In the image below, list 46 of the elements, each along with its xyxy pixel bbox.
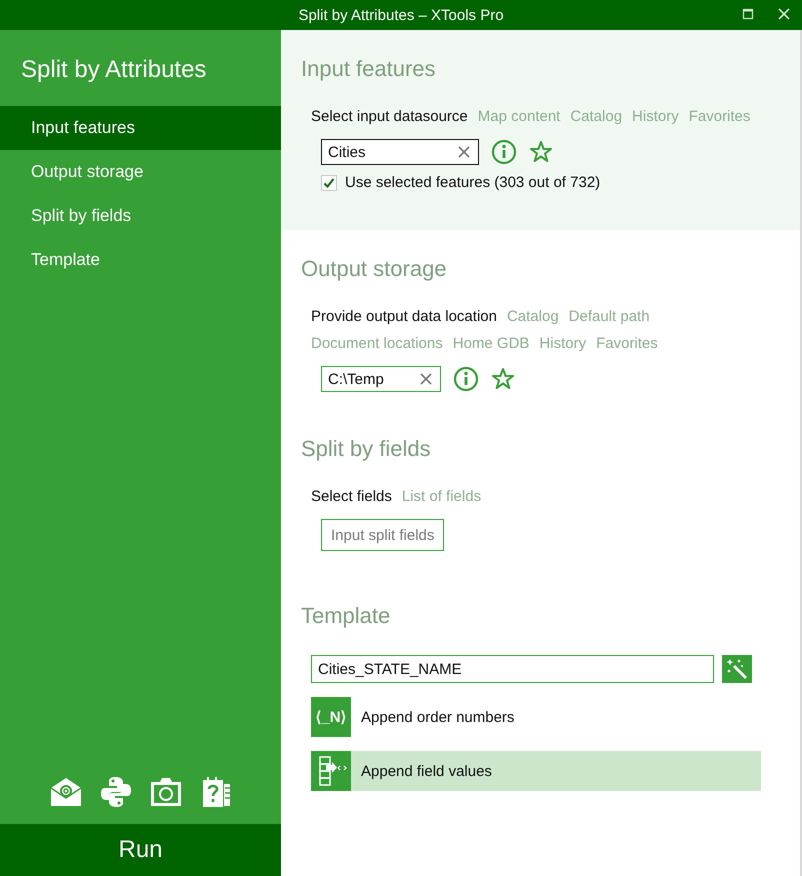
clear-icon[interactable] (420, 373, 432, 385)
template-field[interactable]: Cities_STATE_NAME (311, 655, 714, 683)
info-icon[interactable] (491, 139, 517, 165)
run-button[interactable]: Run (0, 824, 281, 876)
order-number-icon: ⟨_N⟩ (311, 697, 351, 737)
star-icon[interactable] (491, 367, 515, 391)
section-title: Split by fields (301, 436, 432, 463)
section-title: Template (301, 603, 392, 630)
star-icon[interactable] (529, 140, 553, 164)
nav-item[interactable]: Split by fields (0, 194, 281, 238)
nav-item[interactable]: Template (0, 238, 281, 282)
path-field[interactable]: C:\Temp (321, 366, 441, 392)
source-link[interactable]: Favorites (688, 108, 750, 125)
source-link[interactable]: History (632, 108, 679, 125)
camera-icon[interactable] (150, 776, 182, 808)
source-link[interactable]: Catalog (570, 108, 622, 125)
source-link[interactable]: Favorites (596, 335, 658, 352)
path-field[interactable]: Cities (321, 139, 479, 165)
source-link[interactable]: Home GDB (452, 335, 530, 352)
checkbox[interactable] (321, 174, 337, 190)
source-link[interactable]: List of fields (402, 488, 482, 505)
source-link[interactable]: History (539, 335, 586, 352)
python-icon[interactable] (100, 776, 132, 808)
checkbox-label: Use selected features (303 out of 732) (345, 174, 600, 191)
email-icon[interactable] (50, 776, 82, 808)
template-option[interactable]: ⟨_N⟩ Append order numbers (311, 697, 761, 737)
section-title: Output storage (301, 256, 448, 283)
magic-wand-icon[interactable] (722, 655, 752, 683)
close-icon[interactable] (778, 8, 790, 20)
source-link[interactable]: Catalog (506, 308, 559, 325)
datasource-label: Select input datasource (311, 108, 468, 125)
section-title: Input features (301, 56, 437, 83)
source-link[interactable]: Default path (568, 308, 650, 325)
maximize-icon[interactable] (742, 8, 754, 20)
input-split-fields-button[interactable]: Input split fields (321, 519, 444, 551)
sidebar-title: Split by Attributes (21, 56, 208, 85)
clear-icon[interactable] (458, 146, 470, 158)
fields-label: Select fields (311, 488, 392, 505)
source-link[interactable]: Document locations (311, 335, 443, 352)
location-label: Provide output data location (311, 308, 497, 325)
template-option[interactable]: Append field values (311, 751, 761, 791)
nav-item[interactable]: Input features (0, 106, 281, 150)
info-icon[interactable] (453, 366, 479, 392)
nav-item[interactable]: Output storage (0, 150, 281, 194)
window-title: Split by Attributes – XTools Pro (298, 6, 504, 24)
source-link[interactable]: Map content (478, 108, 560, 125)
